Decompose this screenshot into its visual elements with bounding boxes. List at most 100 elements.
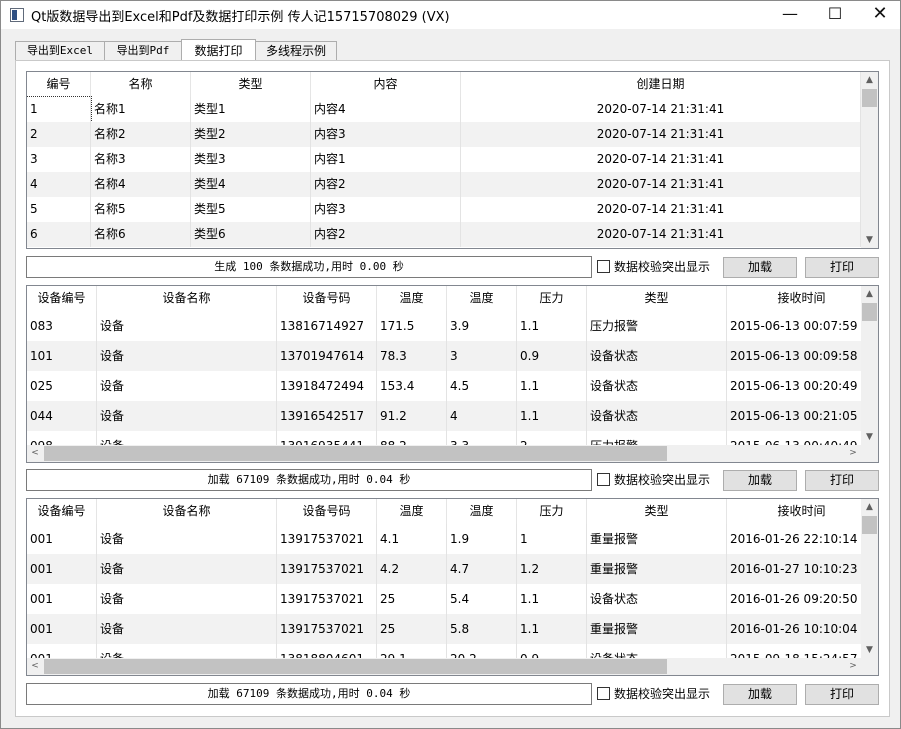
tab-data-print[interactable]: 数据打印 [181,39,256,61]
table-cell[interactable]: 4 [447,401,517,431]
table-row[interactable]: 4 名称4 类型4 内容2 2020-07-14 21:31:41 [27,172,861,197]
table-row[interactable]: 001 设备 13917537021 25 5.8 1.1 重量报警 2016-01-26 1… [27,614,877,644]
column-header[interactable]: 压力 [517,286,587,311]
column-header[interactable]: 温度 [377,286,447,311]
table-row[interactable]: 001 设备 13917537021 4.1 1.9 1 重量报警 2016-01-26 22… [27,524,877,554]
table-cell[interactable]: 13917537021 [277,524,377,554]
table-cell[interactable]: 044 [27,401,97,431]
data-table-2[interactable]: 设备编号 设备名称 设备号码 温度 温度 压力 类型 接收时间 083 设备 13816714927… [26,285,879,463]
table-cell[interactable]: 2020-07-14 21:31:41 [461,122,861,147]
maximize-button[interactable]: ☐ [812,1,858,29]
tab-export-pdf[interactable]: 导出到Pdf [104,41,182,61]
table-cell[interactable]: 13917537021 [277,614,377,644]
table-cell[interactable]: 153.4 [377,371,447,401]
scroll-down-icon[interactable]: ▼ [861,429,878,445]
table-cell[interactable]: 025 [27,371,97,401]
table-cell[interactable]: 重量报警 [587,614,727,644]
table-cell[interactable]: 0.9 [517,341,587,371]
highlight-checkbox-2[interactable]: 数据校验突出显示 [597,471,710,489]
table-cell[interactable]: 名称3 [91,147,191,172]
table-cell[interactable]: 设备 [97,311,277,341]
checkbox-box[interactable] [597,260,610,273]
table-cell[interactable]: 1.2 [517,554,587,584]
table-cell[interactable]: 压力报警 [587,311,727,341]
table-row[interactable]: 101 设备 13701947614 78.3 3 0.9 设备状态 2015-06-13 0… [27,341,877,371]
table-cell[interactable]: 2020-07-14 21:31:41 [461,172,861,197]
table-cell[interactable]: 5.8 [447,614,517,644]
table-cell[interactable]: 类型5 [191,197,311,222]
table-cell[interactable]: 名称6 [91,222,191,247]
table-cell[interactable]: 设备状态 [587,401,727,431]
tab-multithread[interactable]: 多线程示例 [255,41,337,61]
table-row[interactable]: 001 设备 13917537021 4.2 4.7 1.2 重量报警 2016-01-27 … [27,554,877,584]
column-header[interactable]: 创建日期 [461,72,861,97]
scroll-left-icon[interactable]: < [27,445,43,462]
table-cell[interactable]: 001 [27,524,97,554]
scroll-right-icon[interactable]: > [845,445,861,462]
horizontal-scrollbar[interactable]: < > [27,658,861,675]
table-cell[interactable]: 设备 [97,614,277,644]
table-cell[interactable]: 设备 [97,401,277,431]
table-cell[interactable]: 78.3 [377,341,447,371]
column-header[interactable]: 温度 [377,499,447,524]
column-header[interactable]: 接收时间 [727,286,877,311]
checkbox-box[interactable] [597,473,610,486]
checkbox-box[interactable] [597,687,610,700]
vertical-scrollbar[interactable]: ▲ ▼ [861,499,878,658]
column-header[interactable]: 温度 [447,286,517,311]
table-row[interactable]: 083 设备 13816714927 171.5 3.9 1.1 压力报警 2015-06-1… [27,311,877,341]
table-cell[interactable]: 2015-06-13 00:20:49 [727,371,877,401]
data-table-1[interactable]: 编号 名称 类型 内容 创建日期 1 名称1 类型1 内容4 2020-07-14 21:31:4… [26,71,879,249]
table-cell[interactable]: 1.9 [447,524,517,554]
table-cell[interactable]: 25 [377,614,447,644]
column-header[interactable]: 接收时间 [727,499,877,524]
table-cell[interactable]: 13916542517 [277,401,377,431]
scroll-up-icon[interactable]: ▲ [861,286,878,302]
table-cell[interactable]: 内容3 [311,197,461,222]
table-cell[interactable]: 3 [27,147,91,172]
table-cell[interactable]: 设备状态 [587,371,727,401]
table-cell[interactable]: 类型3 [191,147,311,172]
scroll-thumb[interactable] [44,659,667,674]
column-header[interactable]: 编号 [27,72,91,97]
load-button-2[interactable]: 加载 [723,470,797,491]
column-header[interactable]: 设备号码 [277,286,377,311]
table-cell[interactable]: 1.1 [517,584,587,614]
table-row[interactable]: 1 名称1 类型1 内容4 2020-07-14 21:31:41 [27,96,861,123]
table-cell[interactable]: 2015-06-13 00:09:58 [727,341,877,371]
table-cell[interactable]: 13917537021 [277,554,377,584]
table-cell[interactable]: 2020-07-14 21:31:41 [461,147,861,172]
column-header[interactable]: 设备编号 [27,499,97,524]
table-row[interactable]: 044 设备 13916542517 91.2 4 1.1 设备状态 2015-06-13 0… [27,401,877,431]
table-cell[interactable]: 2 [27,122,91,147]
close-button[interactable]: ✕ [857,1,900,29]
table-cell[interactable]: 1.1 [517,401,587,431]
table-cell[interactable]: 设备 [97,554,277,584]
table-cell[interactable]: 类型2 [191,122,311,147]
column-header[interactable]: 温度 [447,499,517,524]
table-cell[interactable]: 25 [377,584,447,614]
table-cell[interactable]: 001 [27,614,97,644]
load-button-3[interactable]: 加载 [723,684,797,705]
table-cell[interactable]: 4.1 [377,524,447,554]
horizontal-scrollbar[interactable]: < > [27,445,861,462]
scroll-up-icon[interactable]: ▲ [861,499,878,515]
table-cell[interactable]: 5.4 [447,584,517,614]
highlight-checkbox-1[interactable]: 数据校验突出显示 [597,258,710,276]
scroll-thumb[interactable] [44,446,667,461]
scroll-right-icon[interactable]: > [845,658,861,675]
table-cell[interactable]: 1.1 [517,371,587,401]
column-header[interactable]: 内容 [311,72,461,97]
table-cell[interactable]: 1 [517,524,587,554]
vertical-scrollbar[interactable]: ▲ ▼ [861,72,878,248]
table-cell[interactable]: 内容2 [311,222,461,247]
table-cell[interactable]: 名称5 [91,197,191,222]
table-cell[interactable]: 4.5 [447,371,517,401]
table-cell[interactable]: 名称2 [91,122,191,147]
print-button-2[interactable]: 打印 [805,470,879,491]
table-row[interactable]: 001 设备 13917537021 25 5.4 1.1 设备状态 2016-01-26 0… [27,584,877,614]
table-cell[interactable]: 内容3 [311,122,461,147]
table-cell[interactable]: 1.1 [517,614,587,644]
table-cell[interactable]: 001 [27,584,97,614]
scroll-down-icon[interactable]: ▼ [861,642,878,658]
